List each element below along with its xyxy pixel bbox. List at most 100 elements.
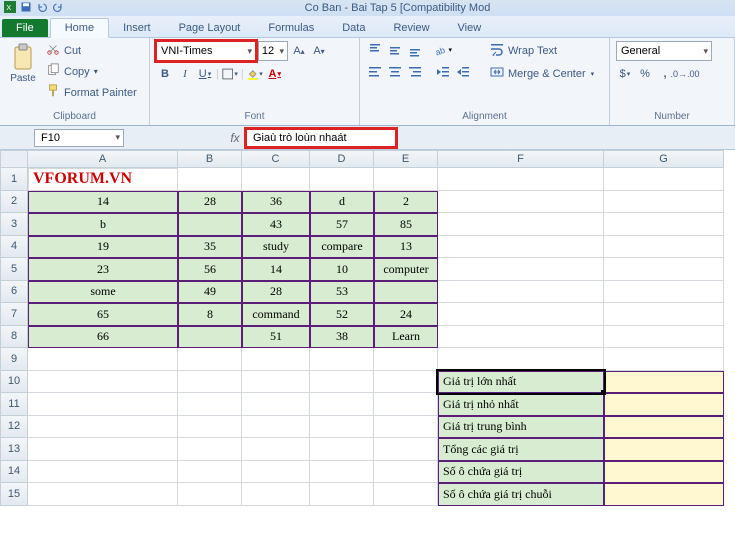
cell[interactable]: study — [242, 236, 310, 259]
save-icon[interactable] — [20, 1, 32, 16]
cell[interactable]: 38 — [310, 326, 374, 349]
cell[interactable] — [178, 393, 242, 416]
cell[interactable]: 19 — [28, 236, 178, 259]
cell[interactable] — [310, 483, 374, 506]
cell[interactable] — [438, 303, 604, 326]
align-center-icon[interactable] — [386, 63, 404, 81]
format-painter-button[interactable]: Format Painter — [44, 83, 139, 102]
row-header[interactable]: 10 — [0, 371, 28, 394]
wrap-text-button[interactable]: Wrap Text — [486, 41, 598, 60]
cell[interactable] — [438, 348, 604, 371]
number-format-combo[interactable]: General — [616, 41, 712, 61]
cell[interactable] — [604, 438, 724, 461]
cell[interactable] — [310, 416, 374, 439]
align-top-icon[interactable] — [366, 41, 384, 59]
percent-format-icon[interactable]: % — [636, 65, 654, 83]
formula-input[interactable]: Giaù trò loùn nhaát — [246, 129, 396, 147]
cell[interactable] — [178, 483, 242, 506]
align-left-icon[interactable] — [366, 63, 384, 81]
cell[interactable] — [28, 371, 178, 394]
cell[interactable] — [374, 371, 438, 394]
orientation-icon[interactable]: ab — [434, 41, 452, 59]
cell[interactable]: 52 — [310, 303, 374, 326]
row-header[interactable]: 15 — [0, 483, 28, 506]
cell[interactable] — [604, 236, 724, 259]
col-header[interactable]: F — [438, 150, 604, 168]
cell[interactable]: compare — [310, 236, 374, 259]
tab-review[interactable]: Review — [379, 19, 443, 37]
row-header[interactable]: 9 — [0, 348, 28, 371]
cell[interactable] — [242, 348, 310, 371]
cell[interactable]: 28 — [242, 281, 310, 304]
cell[interactable]: computer — [374, 258, 438, 281]
name-box[interactable]: F10 — [34, 129, 124, 147]
cell[interactable]: 51 — [242, 326, 310, 349]
worksheet[interactable]: A B C D E F G 1VFORUM.VN2142836d23b43578… — [0, 150, 735, 506]
row-header[interactable]: 3 — [0, 213, 28, 236]
tab-view[interactable]: View — [444, 19, 496, 37]
cell[interactable]: 56 — [178, 258, 242, 281]
row-header[interactable]: 6 — [0, 281, 28, 304]
cell[interactable] — [438, 213, 604, 236]
cell[interactable]: 49 — [178, 281, 242, 304]
copy-button[interactable]: Copy▾ — [44, 62, 139, 81]
cell[interactable]: 14 — [28, 191, 178, 214]
cell[interactable]: 57 — [310, 213, 374, 236]
cell[interactable]: 36 — [242, 191, 310, 214]
cell[interactable]: 43 — [242, 213, 310, 236]
cell[interactable]: 24 — [374, 303, 438, 326]
paste-button[interactable]: Paste — [6, 41, 40, 109]
cell[interactable]: 85 — [374, 213, 438, 236]
cell[interactable]: 13 — [374, 236, 438, 259]
cell[interactable]: Giá trị nhỏ nhất — [438, 393, 604, 416]
cell[interactable] — [604, 191, 724, 214]
cell[interactable]: VFORUM.VN — [28, 168, 178, 191]
col-header[interactable]: D — [310, 150, 374, 168]
fx-icon[interactable]: fx — [224, 131, 246, 145]
increase-decimal-icon[interactable]: .0→.00 — [676, 65, 694, 83]
underline-button[interactable]: U — [196, 65, 214, 83]
cell[interactable] — [242, 393, 310, 416]
italic-button[interactable]: I — [176, 65, 194, 83]
cell[interactable] — [310, 168, 374, 191]
border-button[interactable] — [221, 65, 239, 83]
cell[interactable] — [374, 416, 438, 439]
cell[interactable] — [438, 168, 604, 191]
cell[interactable] — [604, 213, 724, 236]
cell[interactable] — [178, 326, 242, 349]
cell[interactable] — [604, 326, 724, 349]
font-size-combo[interactable]: 12 — [258, 41, 288, 61]
cell[interactable] — [242, 461, 310, 484]
cell[interactable] — [28, 393, 178, 416]
cell[interactable]: command — [242, 303, 310, 326]
cell[interactable]: 66 — [28, 326, 178, 349]
col-header[interactable]: G — [604, 150, 724, 168]
decrease-font-icon[interactable]: A▾ — [310, 42, 328, 60]
row-header[interactable]: 2 — [0, 191, 28, 214]
row-header[interactable]: 4 — [0, 236, 28, 259]
undo-icon[interactable] — [36, 1, 48, 16]
bold-button[interactable]: B — [156, 65, 174, 83]
redo-icon[interactable] — [52, 1, 64, 16]
cell[interactable] — [242, 168, 310, 191]
tab-home[interactable]: Home — [50, 18, 109, 38]
cell[interactable] — [604, 281, 724, 304]
cell[interactable] — [604, 168, 724, 191]
col-header[interactable]: A — [28, 150, 178, 168]
cell[interactable] — [28, 461, 178, 484]
cell[interactable] — [310, 371, 374, 394]
cell[interactable] — [604, 461, 724, 484]
row-header[interactable]: 7 — [0, 303, 28, 326]
row-header[interactable]: 5 — [0, 258, 28, 281]
cell[interactable] — [374, 483, 438, 506]
cell[interactable] — [310, 461, 374, 484]
font-color-button[interactable]: A — [266, 65, 284, 83]
cell[interactable] — [604, 416, 724, 439]
tab-insert[interactable]: Insert — [109, 19, 165, 37]
cell[interactable] — [242, 438, 310, 461]
cell[interactable] — [374, 281, 438, 304]
cell[interactable] — [604, 483, 724, 506]
cell[interactable] — [374, 393, 438, 416]
cell[interactable] — [310, 348, 374, 371]
cell[interactable] — [438, 236, 604, 259]
